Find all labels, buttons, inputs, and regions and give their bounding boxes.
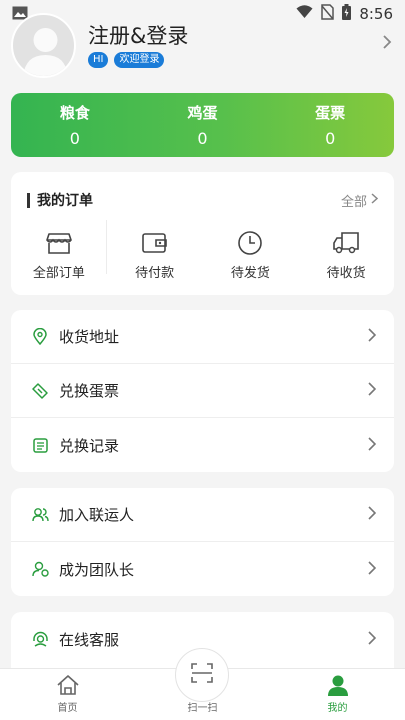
- menu-group-partners: 加入联运人 成为团队长: [11, 488, 394, 596]
- asset-stats-card: 粮食 0 鸡蛋 0 蛋票 0: [11, 93, 394, 157]
- default-user-icon: [23, 27, 68, 76]
- headset-icon: [31, 630, 49, 648]
- store-icon: [46, 228, 72, 258]
- chevron-right-icon: [368, 630, 377, 649]
- ticket-icon: [31, 382, 49, 400]
- menu-redeem-egg-tickets[interactable]: 兑换蛋票: [11, 364, 394, 418]
- order-pending-shipment-button[interactable]: 待发货: [203, 228, 299, 288]
- home-icon: [56, 674, 80, 699]
- chevron-right-icon: [368, 381, 377, 400]
- wallet-icon: [141, 228, 168, 258]
- view-all-orders-link[interactable]: 全部: [341, 191, 379, 210]
- users-icon: [31, 506, 49, 524]
- welcome-badge: 欢迎登录: [114, 52, 165, 68]
- scan-button[interactable]: [175, 648, 229, 702]
- orders-title: 我的订单: [37, 193, 93, 209]
- chevron-right-icon: [371, 192, 379, 208]
- chevron-right-icon: [368, 505, 377, 524]
- menu-become-team-leader[interactable]: 成为团队长: [11, 542, 394, 596]
- record-icon: [31, 436, 49, 454]
- menu-redeem-records[interactable]: 兑换记录: [11, 418, 394, 472]
- order-pending-payment-button[interactable]: 待付款: [107, 228, 203, 288]
- clock-icon: [237, 228, 263, 258]
- truck-icon: [332, 228, 360, 258]
- chevron-right-icon: [368, 560, 377, 579]
- menu-join-partner[interactable]: 加入联运人: [11, 488, 394, 542]
- order-pending-receipt-button[interactable]: 待收货: [298, 228, 394, 288]
- stat-egg-tickets[interactable]: 蛋票 0: [266, 102, 394, 148]
- avatar[interactable]: [11, 12, 76, 78]
- user-filled-icon: [327, 674, 349, 699]
- tab-mine[interactable]: 我的: [270, 669, 405, 720]
- profile-header[interactable]: 注册&登录 HI 欢迎登录: [11, 10, 396, 80]
- location-pin-icon: [31, 328, 49, 346]
- my-orders-card: 我的订单 全部 全部订单 待付款 待发货 待收货: [11, 172, 394, 295]
- menu-group-address: 收货地址 兑换蛋票 兑换记录: [11, 310, 394, 472]
- login-register-title[interactable]: 注册&登录: [88, 22, 188, 50]
- title-accent-bar: [27, 192, 30, 208]
- chevron-right-icon: [368, 436, 377, 455]
- stat-grain[interactable]: 粮食 0: [11, 102, 139, 148]
- hi-badge: HI: [88, 52, 109, 68]
- tab-home[interactable]: 首页: [0, 669, 135, 720]
- chevron-right-icon: [368, 327, 377, 346]
- scan-icon: [190, 662, 214, 688]
- stat-eggs[interactable]: 鸡蛋 0: [139, 102, 267, 148]
- team-leader-icon: [31, 560, 49, 578]
- order-all-button[interactable]: 全部订单: [11, 220, 107, 288]
- chevron-right-icon[interactable]: [382, 34, 392, 54]
- menu-shipping-address[interactable]: 收货地址: [11, 310, 394, 364]
